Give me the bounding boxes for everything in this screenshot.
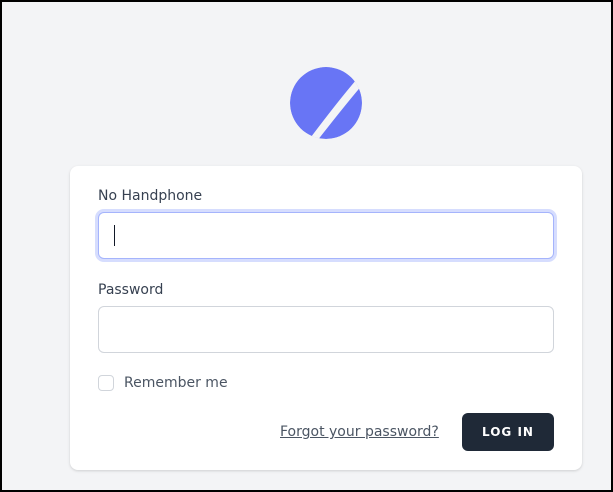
planet-logo-icon [290, 67, 362, 139]
login-page: No Handphone Password Remember me Forgot… [0, 0, 613, 492]
phone-label: No Handphone [98, 188, 203, 204]
forgot-password-link[interactable]: Forgot your password? [280, 424, 439, 440]
remember-label: Remember me [124, 375, 228, 391]
remember-checkbox[interactable] [98, 375, 114, 391]
login-button[interactable]: Log in [462, 413, 554, 451]
remember-me[interactable]: Remember me [98, 374, 228, 392]
password-input[interactable] [98, 306, 554, 353]
phone-input[interactable] [98, 212, 554, 259]
text-caret [114, 225, 115, 246]
password-label: Password [98, 282, 164, 298]
login-card: No Handphone Password Remember me Forgot… [70, 166, 582, 470]
